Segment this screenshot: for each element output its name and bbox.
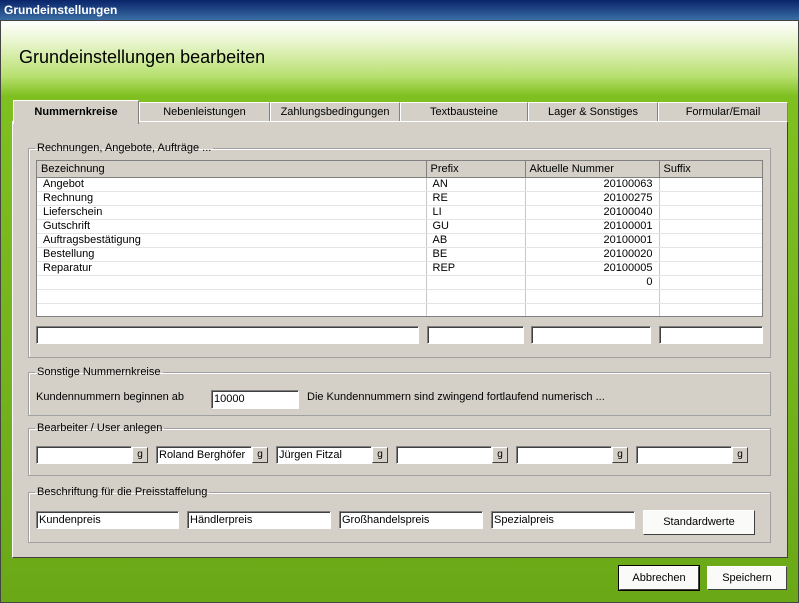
cell-bezeichnung[interactable]: Auftragsbestätigung bbox=[37, 233, 427, 248]
page-title: Grundeinstellungen bearbeiten bbox=[19, 47, 266, 67]
group-users-legend: Bearbeiter / User anlegen bbox=[37, 422, 163, 434]
price-label-3-input[interactable]: Großhandelspreis bbox=[339, 511, 483, 529]
tab-textbausteine[interactable]: Textbausteine bbox=[400, 102, 528, 122]
column-header-suffix[interactable]: Suffix bbox=[659, 161, 762, 178]
column-header-bezeichnung[interactable]: Bezeichnung bbox=[37, 161, 427, 178]
tab-nebenleistungen[interactable]: Nebenleistungen bbox=[139, 102, 270, 122]
user-field-3[interactable]: Jürgen Fitzal bbox=[276, 446, 372, 464]
cell-nummer[interactable]: 0 bbox=[525, 275, 660, 290]
cell-nummer[interactable]: 20100040 bbox=[525, 205, 660, 220]
cell-bezeichnung[interactable]: Bestellung bbox=[37, 247, 427, 262]
table-row[interactable]: Gutschrift GU 20100001 bbox=[37, 219, 762, 234]
tab-zahlungsbedingungen[interactable]: Zahlungsbedingungen bbox=[270, 102, 400, 122]
cell-nummer[interactable]: 20100275 bbox=[525, 191, 660, 206]
group-number-ranges-legend: Rechnungen, Angebote, Aufträge ... bbox=[37, 142, 212, 154]
cell-bezeichnung[interactable]: Angebot bbox=[37, 177, 427, 192]
cell-nummer[interactable]: 20100020 bbox=[525, 247, 660, 262]
table-row[interactable]: Auftragsbestätigung AB 20100001 bbox=[37, 233, 762, 248]
window-titlebar: Grundeinstellungen bbox=[0, 0, 799, 20]
cell-bezeichnung[interactable]: Lieferschein bbox=[37, 205, 427, 220]
cell-suffix[interactable] bbox=[659, 205, 762, 220]
customer-number-start-input[interactable]: 10000 bbox=[211, 390, 299, 409]
table-header-row: Bezeichnung Prefix Aktuelle Nummer Suffi… bbox=[37, 161, 762, 178]
cell-bezeichnung[interactable] bbox=[37, 275, 427, 290]
user-button-6[interactable]: g bbox=[732, 447, 748, 463]
cell-suffix[interactable] bbox=[659, 275, 762, 290]
tab-formular-email[interactable]: Formular/Email bbox=[658, 102, 788, 122]
cancel-button[interactable]: Abbrechen bbox=[618, 565, 700, 591]
cell-nummer[interactable]: 20100001 bbox=[525, 233, 660, 248]
user-button-2[interactable]: g bbox=[252, 447, 268, 463]
user-button-1[interactable]: g bbox=[132, 447, 148, 463]
edit-prefix-input[interactable] bbox=[427, 326, 524, 344]
table-row[interactable]: Lieferschein LI 20100040 bbox=[37, 205, 762, 220]
cell-prefix[interactable]: REP bbox=[426, 261, 526, 276]
user-field-1[interactable] bbox=[36, 446, 132, 464]
cell-suffix[interactable] bbox=[659, 191, 762, 206]
tab-nummernkreise[interactable]: Nummernkreise bbox=[13, 100, 139, 124]
cell-bezeichnung[interactable]: Reparatur bbox=[37, 261, 427, 276]
cell-suffix[interactable] bbox=[659, 177, 762, 192]
column-header-prefix[interactable]: Prefix bbox=[426, 161, 526, 178]
group-price-labels-legend: Beschriftung für die Preisstaffelung bbox=[37, 486, 208, 498]
cell-prefix[interactable] bbox=[426, 275, 526, 290]
column-header-aktuelle-nummer[interactable]: Aktuelle Nummer bbox=[525, 161, 660, 178]
cell-bezeichnung[interactable]: Gutschrift bbox=[37, 219, 427, 234]
cell-nummer[interactable]: 20100063 bbox=[525, 177, 660, 192]
cell-prefix[interactable]: AB bbox=[426, 233, 526, 248]
table-row[interactable] bbox=[37, 289, 762, 304]
group-other-ranges-legend: Sonstige Nummernkreise bbox=[37, 366, 161, 378]
customer-number-note: Die Kundennummern sind zwingend fortlauf… bbox=[307, 391, 605, 403]
edit-suffix-input[interactable] bbox=[659, 326, 763, 344]
customer-number-label: Kundennummern beginnen ab bbox=[36, 391, 185, 403]
cell-bezeichnung[interactable]: Rechnung bbox=[37, 191, 427, 206]
number-ranges-table[interactable]: Bezeichnung Prefix Aktuelle Nummer Suffi… bbox=[36, 160, 763, 317]
user-button-5[interactable]: g bbox=[612, 447, 628, 463]
table-row[interactable]: Reparatur REP 20100005 bbox=[37, 261, 762, 276]
cell-prefix[interactable]: BE bbox=[426, 247, 526, 262]
cell-suffix[interactable] bbox=[659, 233, 762, 248]
user-button-4[interactable]: g bbox=[492, 447, 508, 463]
cell-prefix[interactable]: RE bbox=[426, 191, 526, 206]
cell-prefix[interactable]: GU bbox=[426, 219, 526, 234]
price-label-1-input[interactable]: Kundenpreis bbox=[36, 511, 179, 529]
cell-nummer[interactable]: 20100005 bbox=[525, 261, 660, 276]
user-field-5[interactable] bbox=[516, 446, 612, 464]
default-values-button[interactable]: Standardwerte bbox=[643, 510, 755, 535]
cell-suffix[interactable] bbox=[659, 247, 762, 262]
user-field-6[interactable] bbox=[636, 446, 732, 464]
user-button-3[interactable]: g bbox=[372, 447, 388, 463]
user-field-4[interactable] bbox=[396, 446, 492, 464]
window-title: Grundeinstellungen bbox=[4, 3, 118, 17]
cell-prefix[interactable]: LI bbox=[426, 205, 526, 220]
user-field-2[interactable]: Roland Berghöfer bbox=[156, 446, 252, 464]
cell-prefix[interactable]: AN bbox=[426, 177, 526, 192]
table-row[interactable]: Rechnung RE 20100275 bbox=[37, 191, 762, 206]
cell-suffix[interactable] bbox=[659, 261, 762, 276]
save-button[interactable]: Speichern bbox=[707, 566, 787, 590]
edit-bezeichnung-input[interactable] bbox=[36, 326, 419, 344]
table-row[interactable]: Angebot AN 20100063 bbox=[37, 177, 762, 192]
price-label-4-input[interactable]: Spezialpreis bbox=[491, 511, 635, 529]
table-row[interactable] bbox=[37, 303, 762, 316]
cell-suffix[interactable] bbox=[659, 219, 762, 234]
cell-nummer[interactable]: 20100001 bbox=[525, 219, 660, 234]
edit-nummer-input[interactable] bbox=[531, 326, 651, 344]
table-row[interactable]: Bestellung BE 20100020 bbox=[37, 247, 762, 262]
tab-lager-sonstiges[interactable]: Lager & Sonstiges bbox=[528, 102, 658, 122]
price-label-2-input[interactable]: Händlerpreis bbox=[187, 511, 331, 529]
table-row[interactable]: 0 bbox=[37, 275, 762, 290]
